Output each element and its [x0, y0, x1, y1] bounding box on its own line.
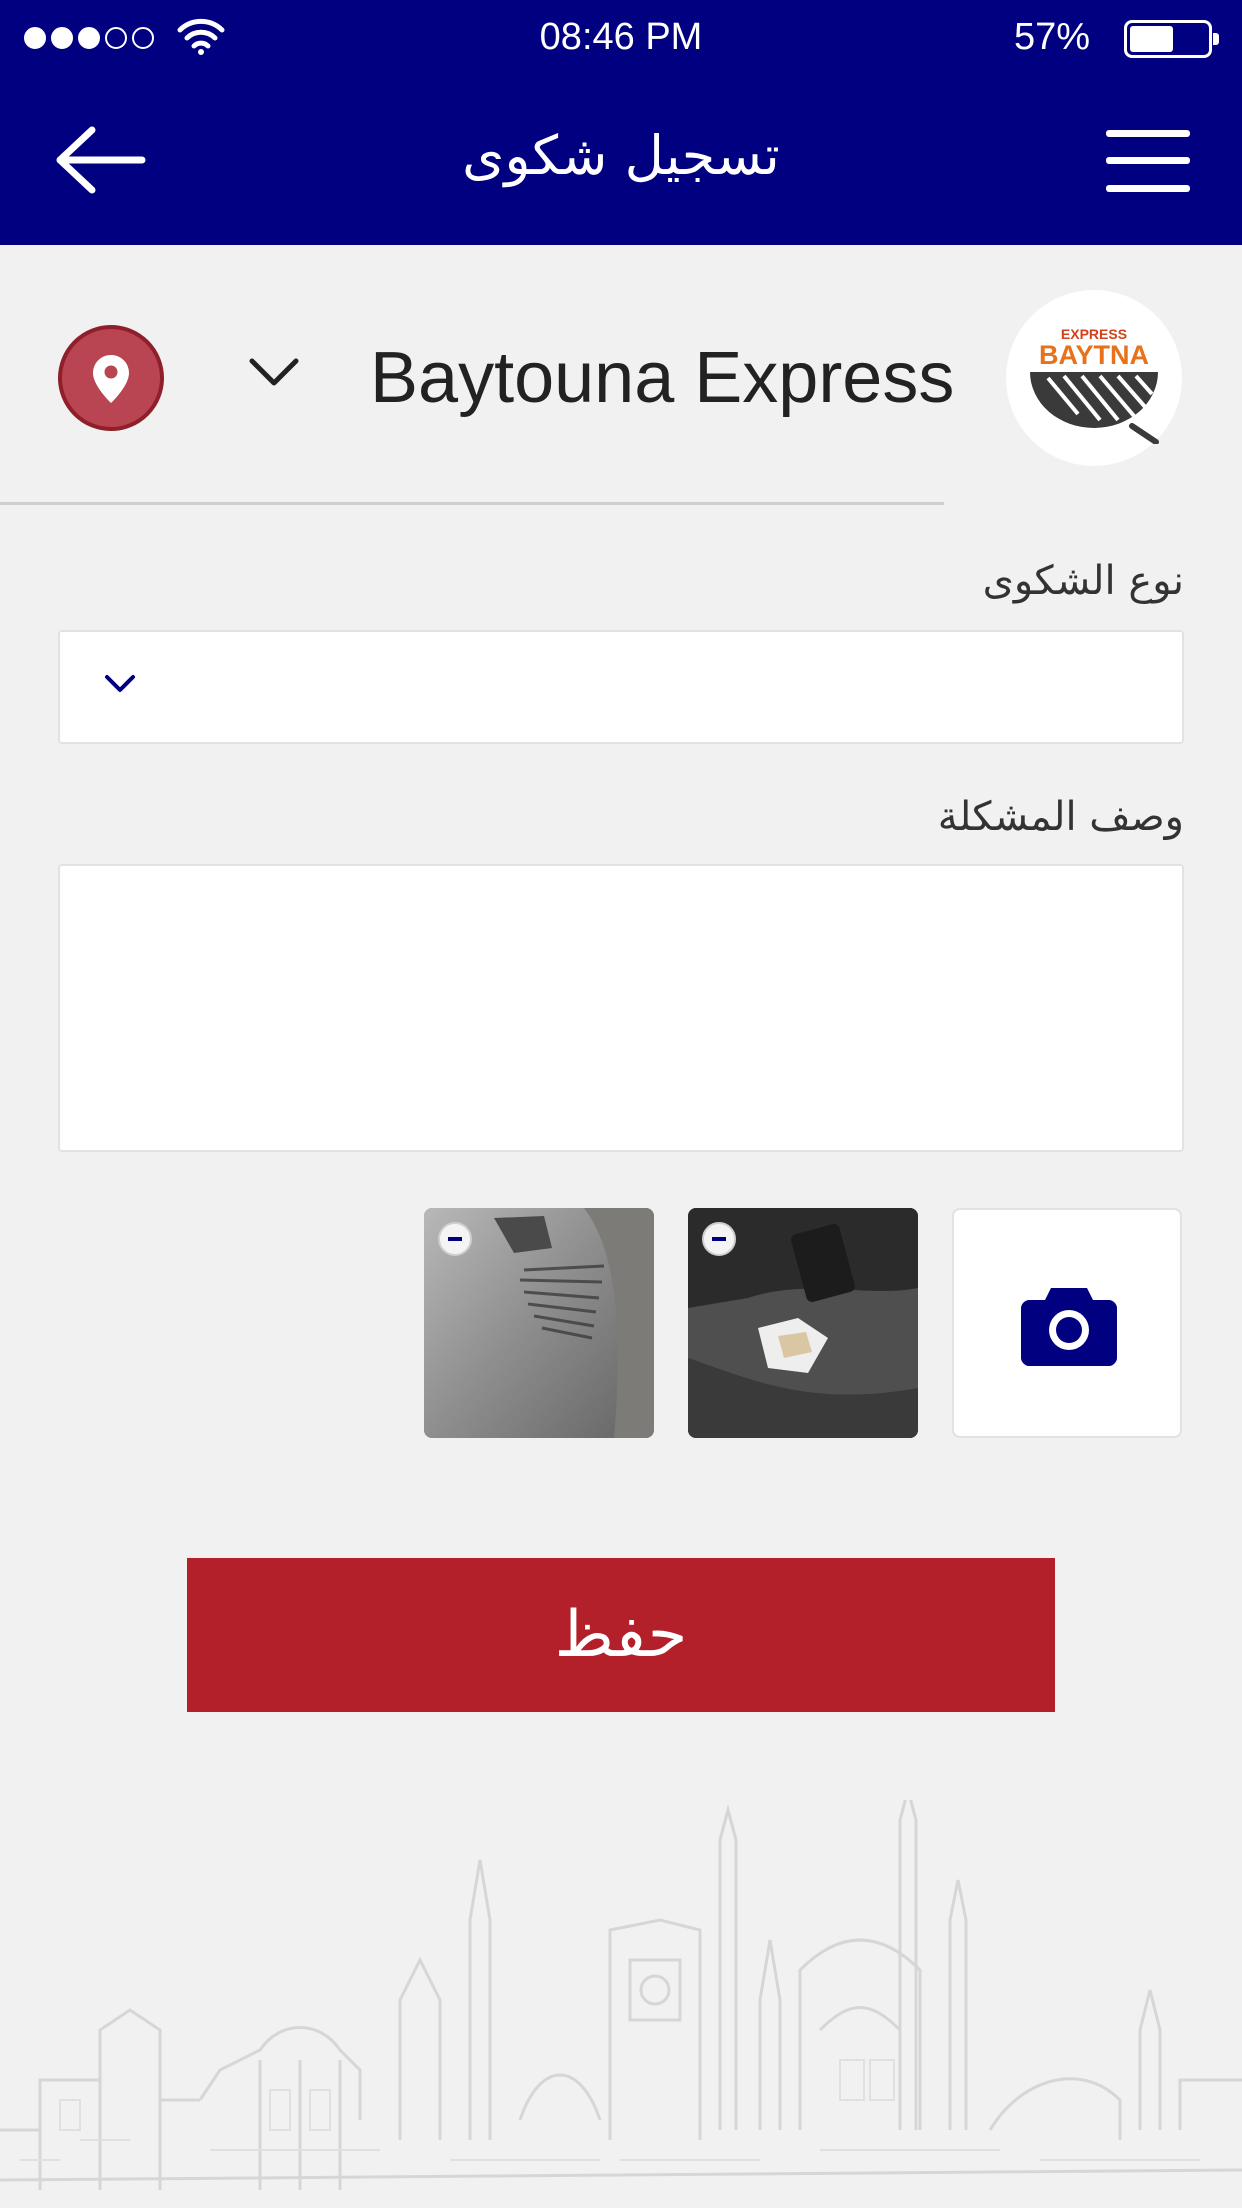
camera-icon [1021, 1288, 1117, 1366]
remove-photo-button[interactable] [702, 1222, 736, 1256]
branch-selector[interactable]: Baytouna Express EXPRESS BAYTNA [0, 245, 1242, 505]
grill-icon [1030, 372, 1159, 444]
battery-percent: 57% [1013, 16, 1090, 58]
app-header: تسجيل شكوى [0, 78, 1242, 245]
save-button[interactable]: حفظ [187, 1558, 1055, 1712]
battery-level [1130, 26, 1173, 52]
map-pin-icon [93, 355, 129, 403]
chevron-down-icon[interactable] [248, 357, 300, 389]
divider [0, 502, 944, 505]
logo-big-text: BAYTNA [1038, 340, 1150, 370]
photo-thumbnail[interactable] [688, 1208, 918, 1438]
city-skyline-illustration [0, 1800, 1242, 2190]
hamburger-menu-icon [1106, 130, 1190, 137]
description-label: وصف المشكلة [937, 794, 1184, 840]
remove-photo-button[interactable] [438, 1222, 472, 1256]
status-bar: 08:46 PM 57% [0, 0, 1242, 78]
menu-button[interactable] [1106, 130, 1190, 192]
branch-name[interactable]: Baytouna Express [370, 337, 954, 419]
photo-thumbnail[interactable] [424, 1208, 654, 1438]
complaint-type-select[interactable] [58, 630, 1184, 744]
page-title: تسجيل شكوى [462, 124, 780, 187]
chevron-down-icon [105, 675, 135, 692]
add-photo-button[interactable] [952, 1208, 1182, 1438]
battery-icon [1124, 20, 1219, 58]
location-button[interactable] [58, 325, 164, 431]
brand-logo: EXPRESS BAYTNA [1006, 290, 1182, 466]
complaint-type-label: نوع الشكوى [982, 558, 1184, 604]
description-textarea[interactable] [58, 864, 1184, 1152]
